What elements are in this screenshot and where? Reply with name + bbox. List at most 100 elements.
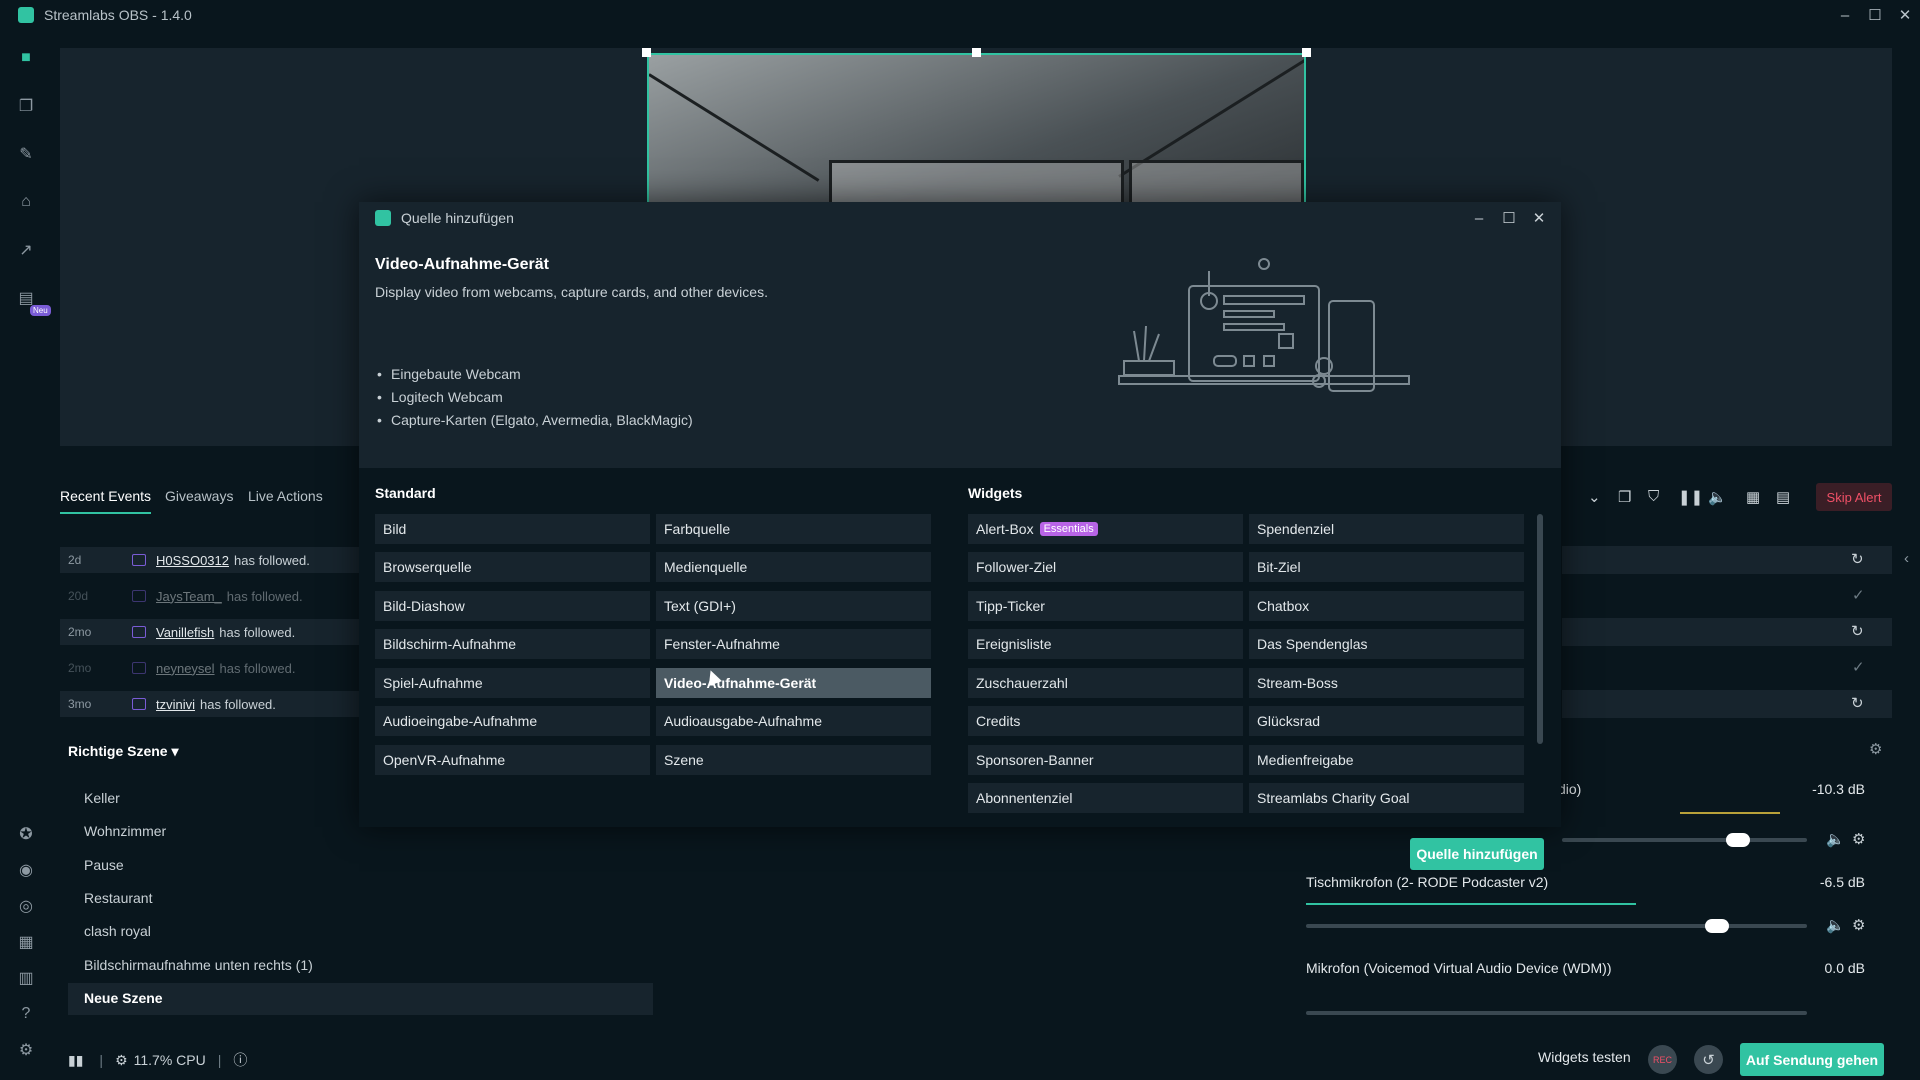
widget-item[interactable]: Tipp-Ticker: [968, 591, 1243, 621]
source-item[interactable]: Bild: [375, 514, 650, 544]
settings-icon[interactable]: ⚙: [16, 1040, 36, 1060]
record-button[interactable]: REC: [1648, 1045, 1677, 1074]
scene-item[interactable]: Restaurant: [84, 890, 152, 906]
maximize-icon[interactable]: ☐: [1499, 209, 1519, 227]
add-source-button[interactable]: Quelle hinzufügen: [1410, 838, 1544, 870]
minimize-icon[interactable]: –: [1830, 7, 1860, 24]
scene-item[interactable]: Pause: [84, 857, 124, 873]
mixer-settings-icon[interactable]: ⚙: [1869, 740, 1882, 758]
widget-item[interactable]: Zuschauerzahl: [968, 668, 1243, 698]
widget-item[interactable]: Credits: [968, 706, 1243, 736]
widget-item[interactable]: Bit-Ziel: [1249, 552, 1524, 582]
source-item[interactable]: Audioeingabe-Aufnahme: [375, 706, 650, 736]
library-icon[interactable]: ▥: [16, 968, 36, 988]
help-icon[interactable]: ?: [16, 1004, 36, 1024]
replay-buffer-icon[interactable]: ↺: [1694, 1045, 1723, 1074]
event-row[interactable]: 2d H0SSO0312 has followed.: [60, 547, 360, 573]
widget-item[interactable]: Ereignisliste: [968, 629, 1243, 659]
scene-item[interactable]: Wohnzimmer: [84, 823, 166, 839]
volume-slider[interactable]: [1306, 924, 1807, 928]
analytics-icon[interactable]: ↗: [16, 240, 36, 260]
grid-icon[interactable]: ▦: [16, 932, 36, 952]
mixer-channel-db: 0.0 dB: [1824, 960, 1865, 976]
scene-item-selected[interactable]: Neue Szene: [84, 990, 163, 1006]
tab-giveaways[interactable]: Giveaways: [165, 488, 233, 504]
collapse-panel-icon[interactable]: ‹: [1904, 550, 1909, 567]
source-item[interactable]: Text (GDI+): [656, 591, 931, 621]
event-row[interactable]: 3mo tzvinivi has followed.: [60, 691, 360, 717]
refresh-icon[interactable]: ↻: [1851, 622, 1864, 640]
copy-icon[interactable]: ❐: [1618, 488, 1631, 506]
mute-icon[interactable]: 🔈: [1826, 916, 1845, 934]
source-item[interactable]: Szene: [656, 745, 931, 775]
tab-live-actions[interactable]: Live Actions: [248, 488, 323, 504]
source-item[interactable]: Farbquelle: [656, 514, 931, 544]
scene-item[interactable]: clash royal: [84, 923, 151, 939]
maximize-icon[interactable]: ☐: [1860, 6, 1890, 24]
source-item[interactable]: Spiel-Aufnahme: [375, 668, 650, 698]
resize-handle[interactable]: [1302, 48, 1311, 57]
scene-collection-title[interactable]: Richtige Szene ▾: [68, 743, 179, 760]
widget-item[interactable]: Abonnentenziel: [968, 783, 1243, 813]
event-row[interactable]: 2mo neyneysel has followed.: [60, 655, 360, 681]
prime-icon[interactable]: ✪: [16, 824, 36, 844]
info-icon[interactable]: ⓘ: [233, 1050, 247, 1070]
event-row[interactable]: 20d JaysTeam_ has followed.: [60, 583, 360, 609]
refresh-icon[interactable]: ↻: [1851, 550, 1864, 568]
dialog-titlebar: Quelle hinzufügen – ☐ ✕: [359, 202, 1561, 234]
source-item[interactable]: Medienquelle: [656, 552, 931, 582]
stats-icon[interactable]: ▮▮: [68, 1052, 83, 1069]
chevron-down-icon[interactable]: ⌄: [1588, 488, 1601, 506]
channel-settings-icon[interactable]: ⚙: [1852, 916, 1865, 934]
scene-source-frame[interactable]: [647, 53, 1306, 213]
source-item[interactable]: Fenster-Aufnahme: [656, 629, 931, 659]
grid-view-icon[interactable]: ▦: [1746, 488, 1760, 506]
themes-icon[interactable]: ✎: [16, 144, 36, 164]
dashboard-icon[interactable]: ◉: [16, 860, 36, 880]
widget-item[interactable]: Chatbox: [1249, 591, 1524, 621]
studio-mode-icon[interactable]: ■: [16, 48, 36, 68]
source-item[interactable]: Bild-Diashow: [375, 591, 650, 621]
widgets-test-button[interactable]: Widgets testen: [1538, 1049, 1631, 1065]
source-item-selected[interactable]: Video-Aufnahme-Gerät: [656, 668, 931, 698]
volume-slider-knob[interactable]: [1726, 833, 1751, 847]
source-item[interactable]: OpenVR-Aufnahme: [375, 745, 650, 775]
resize-handle[interactable]: [972, 48, 981, 57]
store-icon[interactable]: ⌂: [16, 192, 36, 212]
scene-item[interactable]: Bildschirmaufnahme unten rechts (1): [84, 957, 313, 973]
channel-settings-icon[interactable]: ⚙: [1852, 830, 1865, 848]
resize-handle[interactable]: [642, 48, 651, 57]
widgets-scrollbar[interactable]: [1537, 514, 1543, 744]
close-icon[interactable]: ✕: [1529, 209, 1549, 227]
volume-slider[interactable]: [1562, 838, 1807, 842]
close-icon[interactable]: ✕: [1890, 6, 1920, 24]
widget-item[interactable]: Glücksrad: [1249, 706, 1524, 736]
source-item[interactable]: Audioausgabe-Aufnahme: [656, 706, 931, 736]
volume-slider-knob[interactable]: [1704, 919, 1729, 933]
scene-item[interactable]: Keller: [84, 790, 120, 806]
widget-item[interactable]: Alert-Box Essentials: [968, 514, 1243, 544]
widget-item[interactable]: Stream-Boss: [1249, 668, 1524, 698]
go-live-button[interactable]: Auf Sendung gehen: [1740, 1043, 1884, 1076]
pause-icon[interactable]: ❚❚: [1678, 488, 1703, 506]
filter-icon[interactable]: ⛉: [1648, 488, 1659, 505]
refresh-icon[interactable]: ↻: [1851, 694, 1864, 712]
widget-item[interactable]: Das Spendenglas: [1249, 629, 1524, 659]
tab-recent-events[interactable]: Recent Events: [60, 488, 152, 514]
mute-icon[interactable]: 🔈: [1826, 830, 1845, 848]
event-row[interactable]: 2mo Vanillefish has followed.: [60, 619, 360, 645]
widget-item[interactable]: Sponsoren-Banner: [968, 745, 1243, 775]
chat-icon[interactable]: ◎: [16, 896, 36, 916]
widget-item[interactable]: Streamlabs Charity Goal: [1249, 783, 1524, 813]
source-item[interactable]: Browserquelle: [375, 552, 650, 582]
list-view-icon[interactable]: ▤: [1776, 488, 1790, 506]
source-item[interactable]: Bildschirm-Aufnahme: [375, 629, 650, 659]
widget-item[interactable]: Follower-Ziel: [968, 552, 1243, 582]
widget-item[interactable]: Medienfreigabe: [1249, 745, 1524, 775]
minimize-icon[interactable]: –: [1469, 210, 1489, 227]
volume-icon[interactable]: 🔈: [1708, 488, 1727, 506]
volume-slider[interactable]: [1306, 1011, 1807, 1015]
layout-editor-icon[interactable]: ❐: [16, 96, 36, 116]
widget-item[interactable]: Spendenziel: [1249, 514, 1524, 544]
skip-alert-button[interactable]: Skip Alert: [1816, 483, 1892, 511]
